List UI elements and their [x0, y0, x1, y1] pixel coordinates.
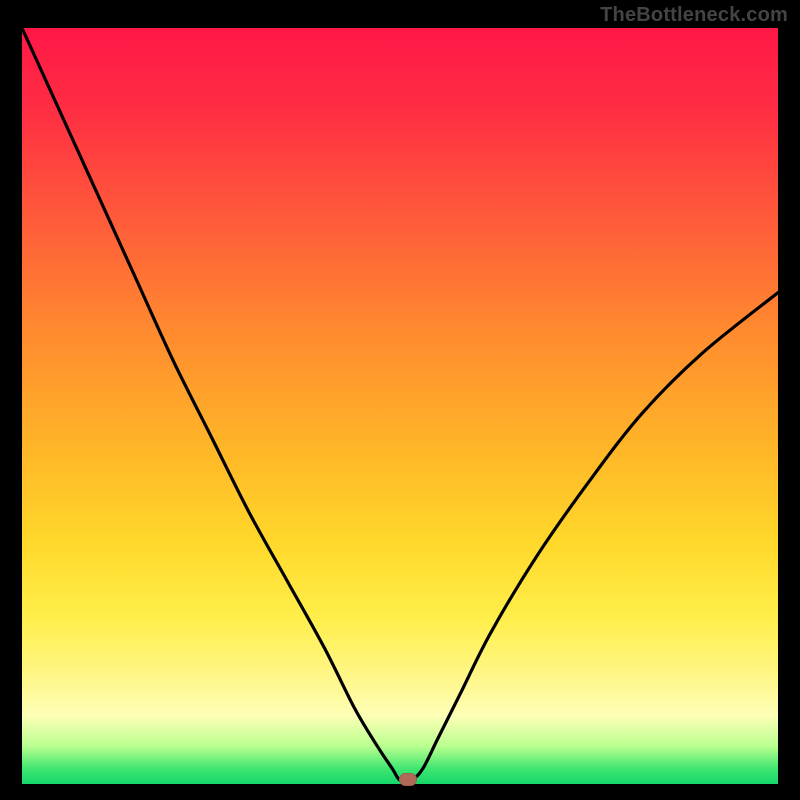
plot-area — [22, 28, 778, 784]
watermark-text: TheBottleneck.com — [600, 4, 788, 27]
optimal-point-marker — [399, 773, 417, 786]
bottleneck-curve — [22, 28, 778, 784]
chart-frame: TheBottleneck.com — [0, 0, 800, 800]
